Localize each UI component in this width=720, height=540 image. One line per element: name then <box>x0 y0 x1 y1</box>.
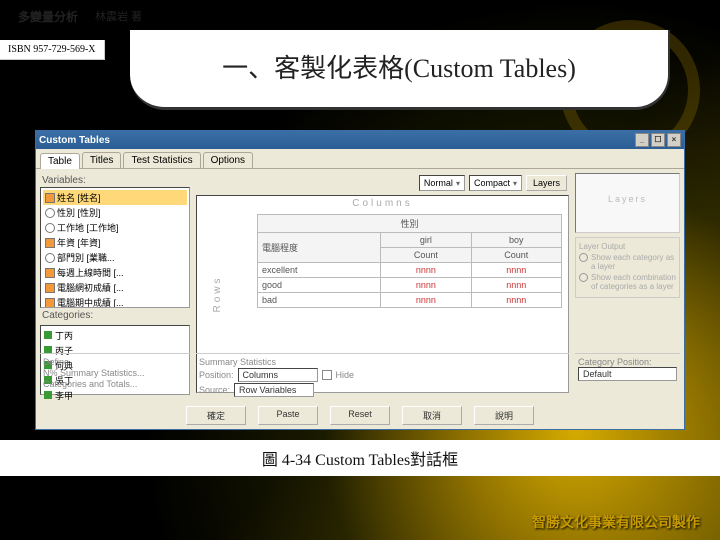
columns-drop-label: Columns <box>352 198 412 209</box>
list-item: 電腦網初成績 [... <box>43 280 187 295</box>
dialog-title: Custom Tables <box>39 135 110 146</box>
variable-list[interactable]: 姓名 [姓名] 性別 [性別] 工作地 [工作地] 年資 [年資] 部門別 [業… <box>40 187 190 308</box>
row-group-header: 電腦程度 <box>258 233 381 263</box>
list-item: 年資 [年資] <box>43 235 187 250</box>
variables-label: Variables: <box>42 175 190 186</box>
ordinal-icon <box>45 223 55 233</box>
category-position-group: Category Position: Default <box>575 353 680 401</box>
view-compact-combo[interactable]: Compact <box>469 175 522 191</box>
tab-options[interactable]: Options <box>203 152 253 168</box>
dialog-titlebar[interactable]: Custom Tables _ ☐ × <box>36 131 684 149</box>
list-item: 電腦期中成績 [... <box>43 295 187 308</box>
book-title: 多變量分析 <box>18 8 78 25</box>
footer-credit: 智勝文化事業有限公司製作 <box>532 512 700 532</box>
figure-caption: 圖 4-34 Custom Tables對話框 <box>0 440 720 476</box>
source-combo[interactable]: Row Variables <box>234 383 314 397</box>
isbn: ISBN 957-729-569-X <box>0 40 105 60</box>
hide-checkbox[interactable] <box>322 370 332 380</box>
list-item: 部門別 [業職... <box>43 250 187 265</box>
tab-table[interactable]: Table <box>40 153 80 169</box>
list-item: 丁丙 <box>43 328 187 343</box>
scale-icon <box>45 268 55 278</box>
ok-button[interactable]: 確定 <box>186 406 246 425</box>
define-group: Define N% Summary Statistics... Categori… <box>40 353 190 401</box>
view-normal-combo[interactable]: Normal <box>419 175 465 191</box>
cancel-button[interactable]: 取消 <box>402 406 462 425</box>
position-combo[interactable]: Columns <box>238 368 318 382</box>
summary-statistics-button[interactable]: N% Summary Statistics... <box>43 368 187 378</box>
layer-output-group: Layer Output Show each category as a lay… <box>575 237 680 298</box>
category-position-combo[interactable]: Default <box>578 367 677 381</box>
paste-button[interactable]: Paste <box>258 406 318 425</box>
categories-totals-button[interactable]: Categories and Totals... <box>43 379 187 389</box>
layer-output-opt1[interactable]: Show each category as a layer <box>579 253 676 271</box>
author: 林震岩 著 <box>95 8 142 24</box>
ordinal-icon <box>45 208 55 218</box>
col-group-header: 性別 <box>258 215 562 233</box>
scale-icon <box>45 283 55 293</box>
layer-output-opt2[interactable]: Show each combination of categories as a… <box>579 273 676 291</box>
tab-titles[interactable]: Titles <box>82 152 122 168</box>
custom-tables-dialog: Custom Tables _ ☐ × Table Titles Test St… <box>35 130 685 430</box>
reset-button[interactable]: Reset <box>330 406 390 425</box>
scale-icon <box>45 238 55 248</box>
tab-test-statistics[interactable]: Test Statistics <box>123 152 200 168</box>
list-item: 姓名 [姓名] <box>43 190 187 205</box>
rows-drop-label: Rows <box>212 275 223 312</box>
list-item: 性別 [性別] <box>43 205 187 220</box>
help-button[interactable]: 說明 <box>474 406 534 425</box>
list-item: 每週上線時間 [... <box>43 265 187 280</box>
scale-icon <box>45 298 55 308</box>
slide-title: 一、客製化表格(Custom Tables) <box>222 53 576 84</box>
nominal-icon <box>45 193 55 203</box>
close-icon[interactable]: × <box>667 133 681 147</box>
list-item: 工作地 [工作地] <box>43 220 187 235</box>
categories-label: Categories: <box>42 310 190 321</box>
dialog-button-row: 確定 Paste Reset 取消 說明 <box>36 406 684 425</box>
layers-drop-area[interactable]: Layers <box>575 173 680 233</box>
layers-button[interactable]: Layers <box>526 175 567 191</box>
tab-strip: Table Titles Test Statistics Options <box>36 149 684 169</box>
maximize-icon[interactable]: ☐ <box>651 133 665 147</box>
summary-stats-group: Summary Statistics Position:ColumnsHide … <box>196 353 569 401</box>
minimize-icon[interactable]: _ <box>635 133 649 147</box>
ordinal-icon <box>45 253 55 263</box>
